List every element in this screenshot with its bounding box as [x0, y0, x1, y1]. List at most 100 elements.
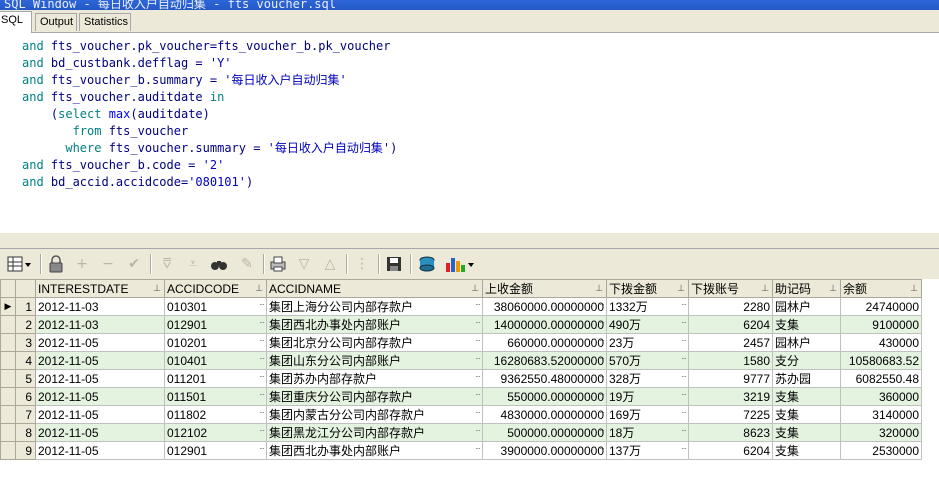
column-header[interactable]: INTERESTDATE ⊥	[35, 279, 165, 298]
table-cell[interactable]: 集团北京分公司内部存款户 ···	[266, 333, 483, 352]
table-cell[interactable]: 园林户	[772, 333, 841, 352]
row-indicator-icon[interactable]	[0, 423, 16, 442]
table-cell[interactable]: 2012-11-03	[35, 315, 165, 334]
table-cell[interactable]: 2280	[688, 297, 773, 316]
table-cell[interactable]: 6204	[688, 315, 773, 334]
cell-edit-icon[interactable]: ···	[681, 408, 687, 417]
fetch-next-icon[interactable]: ⩢	[157, 254, 177, 274]
sql-line[interactable]: and fts_voucher_b.summary = '每日收入户自动归集'	[22, 72, 397, 89]
sql-editor[interactable]: and fts_voucher.pk_voucher=fts_voucher_b…	[0, 33, 939, 232]
table-cell[interactable]: 24740000	[840, 297, 922, 316]
column-resize-icon[interactable]: ⊥	[595, 283, 603, 294]
cell-edit-icon[interactable]: ···	[599, 300, 605, 309]
cell-edit-icon[interactable]: ···	[681, 390, 687, 399]
table-cell[interactable]: 支分	[772, 351, 841, 370]
row-number[interactable]: 4	[15, 351, 36, 370]
column-header[interactable]: 下拨金额 ⊥	[606, 279, 689, 298]
cell-edit-icon[interactable]: ···	[681, 300, 687, 309]
print-icon[interactable]	[268, 254, 288, 274]
fetch-all-icon[interactable]: ⩡	[183, 254, 203, 274]
export-icon[interactable]	[417, 254, 437, 274]
table-cell[interactable]: 011802 ···	[164, 405, 267, 424]
cell-edit-icon[interactable]: ···	[681, 354, 687, 363]
cell-edit-icon[interactable]: ···	[475, 426, 481, 435]
sql-line[interactable]: and bd_accid.accidcode='080101')	[22, 174, 397, 191]
plus-icon[interactable]: +	[72, 254, 92, 274]
cell-edit-icon[interactable]: ···	[599, 354, 605, 363]
table-cell[interactable]: 38060000.00000000 ···	[482, 297, 607, 316]
cell-edit-icon[interactable]: ···	[475, 336, 481, 345]
column-header[interactable]: 助记码 ⊥	[772, 279, 841, 298]
table-cell[interactable]: 2012-11-05	[35, 351, 165, 370]
table-cell[interactable]: 360000	[840, 387, 922, 406]
table-row[interactable]: ▶ 1 2012-11-03 010301 ··· 集团上海分公司内部存款户 ··· 3806…	[0, 297, 922, 316]
cell-edit-icon[interactable]: ···	[259, 408, 265, 417]
row-indicator-icon[interactable]	[0, 387, 16, 406]
table-cell[interactable]: 320000	[840, 423, 922, 442]
table-cell[interactable]: 2012-11-05	[35, 387, 165, 406]
cell-edit-icon[interactable]: ···	[681, 426, 687, 435]
cell-edit-icon[interactable]: ···	[475, 318, 481, 327]
column-resize-icon[interactable]: ⊥	[471, 283, 479, 294]
table-cell[interactable]: 集团内蒙古分公司内部存款户 ···	[266, 405, 483, 424]
table-cell[interactable]: 010401 ···	[164, 351, 267, 370]
table-cell[interactable]: 23万 ···	[606, 333, 689, 352]
table-cell[interactable]: 3219	[688, 387, 773, 406]
table-row[interactable]: 6 2012-11-05 011501 ··· 集团重庆分公司内部存款户 ··· 55000…	[0, 387, 922, 406]
table-cell[interactable]: 19万 ···	[606, 387, 689, 406]
table-row[interactable]: 3 2012-11-05 010201 ··· 集团北京分公司内部存款户 ··· 66000…	[0, 333, 922, 352]
table-cell[interactable]: 570万 ···	[606, 351, 689, 370]
table-cell[interactable]: 2530000	[840, 441, 922, 460]
table-cell[interactable]: 012901 ···	[164, 315, 267, 334]
table-cell[interactable]: 169万 ···	[606, 405, 689, 424]
row-number[interactable]: 9	[15, 441, 36, 460]
sql-line[interactable]: and bd_custbank.defflag = 'Y'	[22, 55, 397, 72]
cell-edit-icon[interactable]: ···	[475, 390, 481, 399]
table-cell[interactable]: 011201 ···	[164, 369, 267, 388]
table-cell[interactable]: 16280683.52000000 ···	[482, 351, 607, 370]
cell-edit-icon[interactable]: ···	[475, 444, 481, 453]
cell-edit-icon[interactable]: ···	[475, 372, 481, 381]
table-cell[interactable]: 2457	[688, 333, 773, 352]
table-cell[interactable]: 660000.00000000 ···	[482, 333, 607, 352]
table-cell[interactable]: 园林户	[772, 297, 841, 316]
table-cell[interactable]: 支集	[772, 315, 841, 334]
table-cell[interactable]: 012901 ···	[164, 441, 267, 460]
table-cell[interactable]: 集团黑龙江分公司内部存款户 ···	[266, 423, 483, 442]
tab-sql[interactable]: SQL	[0, 11, 32, 33]
cell-edit-icon[interactable]: ···	[475, 408, 481, 417]
sql-line[interactable]: and fts_voucher.auditdate in	[22, 89, 397, 106]
table-cell[interactable]: 9777	[688, 369, 773, 388]
row-number[interactable]: 3	[15, 333, 36, 352]
table-cell[interactable]: 1332万 ···	[606, 297, 689, 316]
table-cell[interactable]: 9100000	[840, 315, 922, 334]
cell-edit-icon[interactable]: ···	[475, 300, 481, 309]
column-resize-icon[interactable]: ⊥	[829, 283, 837, 294]
cell-edit-icon[interactable]: ···	[599, 372, 605, 381]
cell-edit-icon[interactable]: ···	[599, 444, 605, 453]
column-header[interactable]: 下拨账号 ⊥	[688, 279, 773, 298]
table-row[interactable]: 7 2012-11-05 011802 ··· 集团内蒙古分公司内部存款户 ··· 4830…	[0, 405, 922, 424]
cell-edit-icon[interactable]: ···	[599, 318, 605, 327]
table-cell[interactable]: 490万 ···	[606, 315, 689, 334]
table-cell[interactable]: 2012-11-05	[35, 405, 165, 424]
cell-edit-icon[interactable]: ···	[681, 444, 687, 453]
column-header[interactable]: ACCIDCODE ⊥	[164, 279, 267, 298]
table-cell[interactable]: 2012-11-05	[35, 333, 165, 352]
column-resize-icon[interactable]: ⊥	[153, 283, 161, 294]
table-cell[interactable]: 2012-11-05	[35, 369, 165, 388]
save-icon[interactable]	[384, 254, 404, 274]
cell-edit-icon[interactable]: ···	[681, 336, 687, 345]
lock-icon[interactable]	[46, 254, 66, 274]
table-cell[interactable]: 集团山东分公司内部账户 ···	[266, 351, 483, 370]
check-icon[interactable]: ✔	[124, 254, 144, 274]
table-cell[interactable]: 137万 ···	[606, 441, 689, 460]
column-resize-icon[interactable]: ⊥	[910, 283, 918, 294]
table-row[interactable]: 5 2012-11-05 011201 ··· 集团苏办内部存款户 ··· 9362550.…	[0, 369, 922, 388]
table-row[interactable]: 8 2012-11-05 012102 ··· 集团黑龙江分公司内部存款户 ··· 5000…	[0, 423, 922, 442]
table-row[interactable]: 9 2012-11-05 012901 ··· 集团西北办事处内部账户 ··· 390000…	[0, 441, 922, 460]
grid-menu-icon[interactable]	[4, 254, 34, 274]
row-number[interactable]: 8	[15, 423, 36, 442]
row-indicator-icon[interactable]	[0, 315, 16, 334]
find-icon[interactable]	[209, 254, 229, 274]
